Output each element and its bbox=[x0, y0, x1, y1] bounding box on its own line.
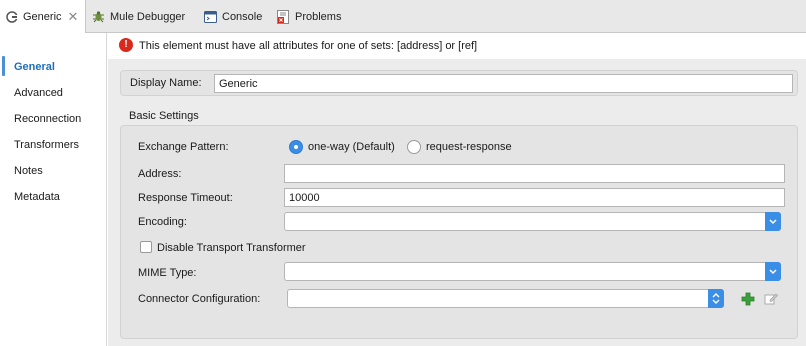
chevron-updown-icon[interactable] bbox=[708, 289, 724, 308]
edit-icon[interactable] bbox=[764, 292, 778, 306]
properties-content: ! This element must have all attributes … bbox=[108, 33, 806, 346]
request-response-radio[interactable] bbox=[407, 140, 421, 154]
connector-configuration-select[interactable] bbox=[287, 289, 724, 308]
chevron-down-icon[interactable] bbox=[765, 212, 781, 231]
bug-icon bbox=[92, 10, 105, 23]
close-icon[interactable]: ✕ bbox=[68, 9, 79, 25]
response-timeout-input[interactable] bbox=[284, 188, 785, 207]
sidebar-item-transformers[interactable]: Transformers bbox=[14, 139, 79, 151]
address-input[interactable] bbox=[284, 164, 785, 183]
tab-label: Mule Debugger bbox=[110, 10, 186, 23]
tab-console[interactable]: Console bbox=[204, 0, 262, 33]
problems-icon bbox=[277, 9, 290, 24]
chevron-down-icon[interactable] bbox=[765, 262, 781, 281]
mime-type-label: MIME Type: bbox=[138, 267, 197, 279]
editor-tab-bar: Generic ✕ Mule Debugger Console Problems bbox=[0, 0, 806, 34]
sidebar-item-metadata[interactable]: Metadata bbox=[14, 191, 60, 203]
tab-label: Problems bbox=[295, 10, 342, 23]
mime-type-select[interactable] bbox=[284, 262, 781, 281]
properties-sidebar: General Advanced Reconnection Transforme… bbox=[0, 33, 107, 346]
tab-problems[interactable]: Problems bbox=[277, 0, 341, 33]
response-timeout-label: Response Timeout: bbox=[138, 192, 233, 204]
basic-settings-panel: Exchange Pattern: one-way (Default) requ… bbox=[120, 125, 798, 339]
sidebar-item-notes[interactable]: Notes bbox=[14, 165, 43, 177]
sidebar-item-advanced[interactable]: Advanced bbox=[14, 87, 63, 99]
error-message: This element must have all attributes fo… bbox=[139, 40, 478, 52]
tab-mule-debugger[interactable]: Mule Debugger bbox=[92, 0, 185, 33]
one-way-radio[interactable] bbox=[289, 140, 303, 154]
display-name-label: Display Name: bbox=[130, 77, 202, 89]
one-way-label: one-way (Default) bbox=[308, 141, 395, 153]
sidebar-item-general[interactable]: General bbox=[14, 61, 55, 73]
encoding-label: Encoding: bbox=[138, 216, 187, 228]
connector-icon bbox=[6, 11, 18, 23]
tab-label: Generic bbox=[23, 11, 62, 23]
disable-transport-transformer-label: Disable Transport Transformer bbox=[157, 242, 306, 254]
active-nav-marker bbox=[2, 56, 5, 76]
exchange-pattern-label: Exchange Pattern: bbox=[138, 141, 229, 153]
error-icon: ! bbox=[119, 38, 133, 52]
sidebar-item-reconnection[interactable]: Reconnection bbox=[14, 113, 81, 125]
encoding-select[interactable] bbox=[284, 212, 781, 231]
basic-settings-title: Basic Settings bbox=[129, 110, 199, 122]
display-name-input[interactable] bbox=[214, 74, 793, 93]
connector-configuration-label: Connector Configuration: bbox=[138, 293, 261, 305]
tab-label: Console bbox=[222, 10, 263, 23]
display-name-panel: Display Name: bbox=[120, 70, 798, 96]
error-banner: ! This element must have all attributes … bbox=[108, 33, 806, 59]
request-response-label: request-response bbox=[426, 141, 512, 153]
address-label: Address: bbox=[138, 168, 182, 180]
tab-generic[interactable]: Generic ✕ bbox=[0, 0, 86, 34]
disable-transport-transformer-checkbox[interactable] bbox=[140, 241, 152, 253]
console-icon bbox=[204, 10, 217, 23]
add-icon[interactable] bbox=[741, 292, 755, 306]
